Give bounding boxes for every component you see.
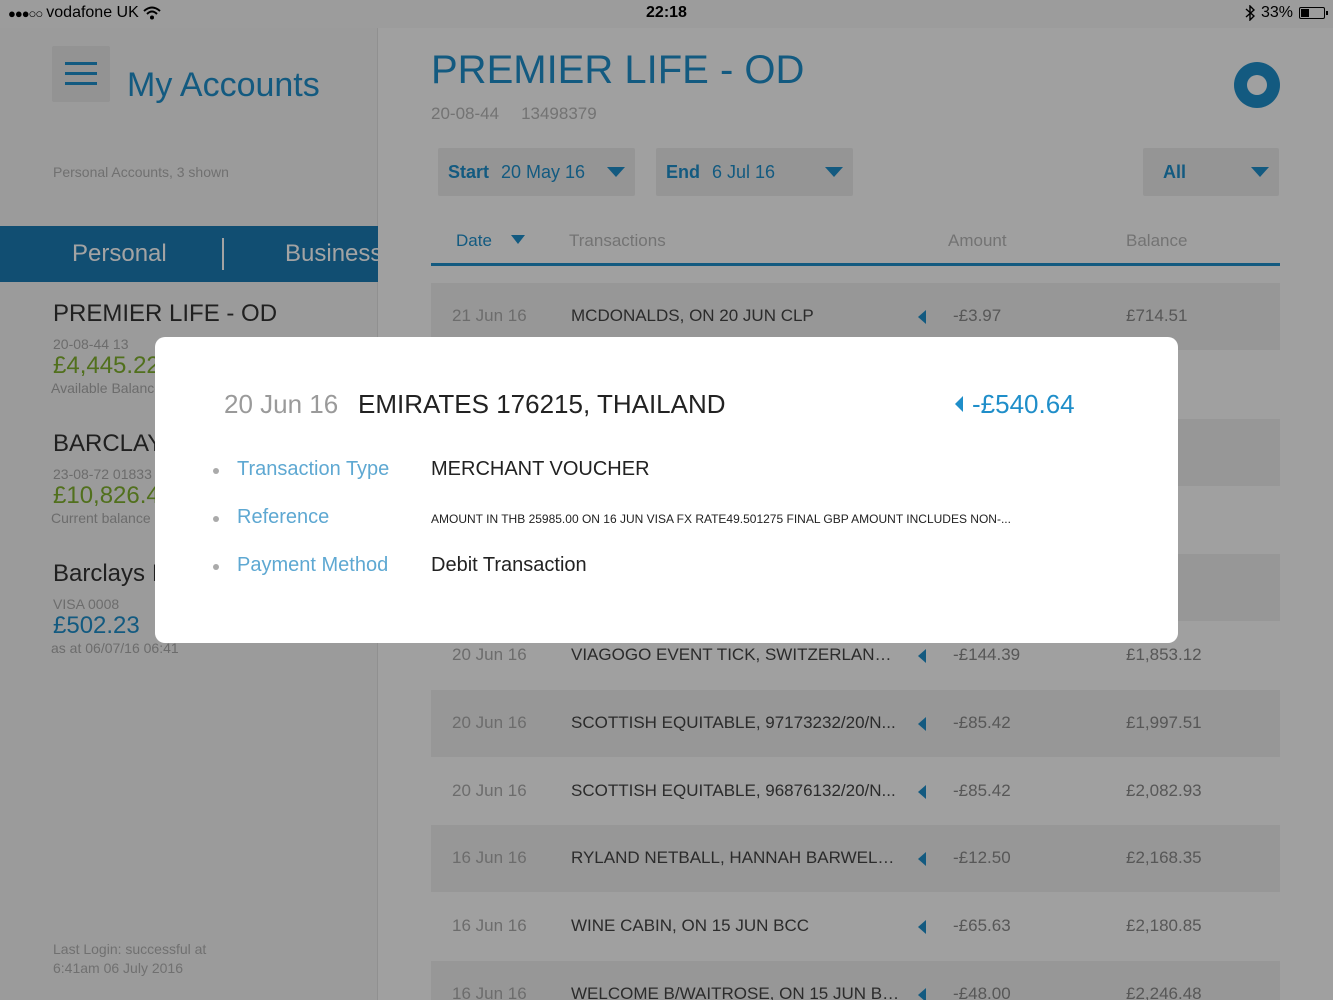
detail-value: Debit Transaction — [431, 554, 587, 576]
transaction-detail-modal: 20 Jun 16 EMIRATES 176215, THAILAND -£54… — [155, 337, 1178, 643]
bullet-icon — [213, 564, 219, 570]
modal-date: 20 Jun 16 — [224, 389, 339, 419]
detail-label: Reference — [237, 506, 330, 528]
modal-amount: -£540.64 — [972, 389, 1075, 419]
bullet-icon — [213, 468, 219, 474]
detail-label: Payment Method — [237, 554, 389, 576]
modal-description: EMIRATES 176215, THAILAND — [358, 389, 726, 419]
detail-value: MERCHANT VOUCHER — [431, 458, 650, 480]
detail-label: Transaction Type — [237, 458, 390, 480]
debit-arrow-icon — [955, 396, 963, 412]
detail-value: AMOUNT IN THB 25985.00 ON 16 JUN VISA FX… — [431, 512, 1011, 526]
bullet-icon — [213, 516, 219, 522]
